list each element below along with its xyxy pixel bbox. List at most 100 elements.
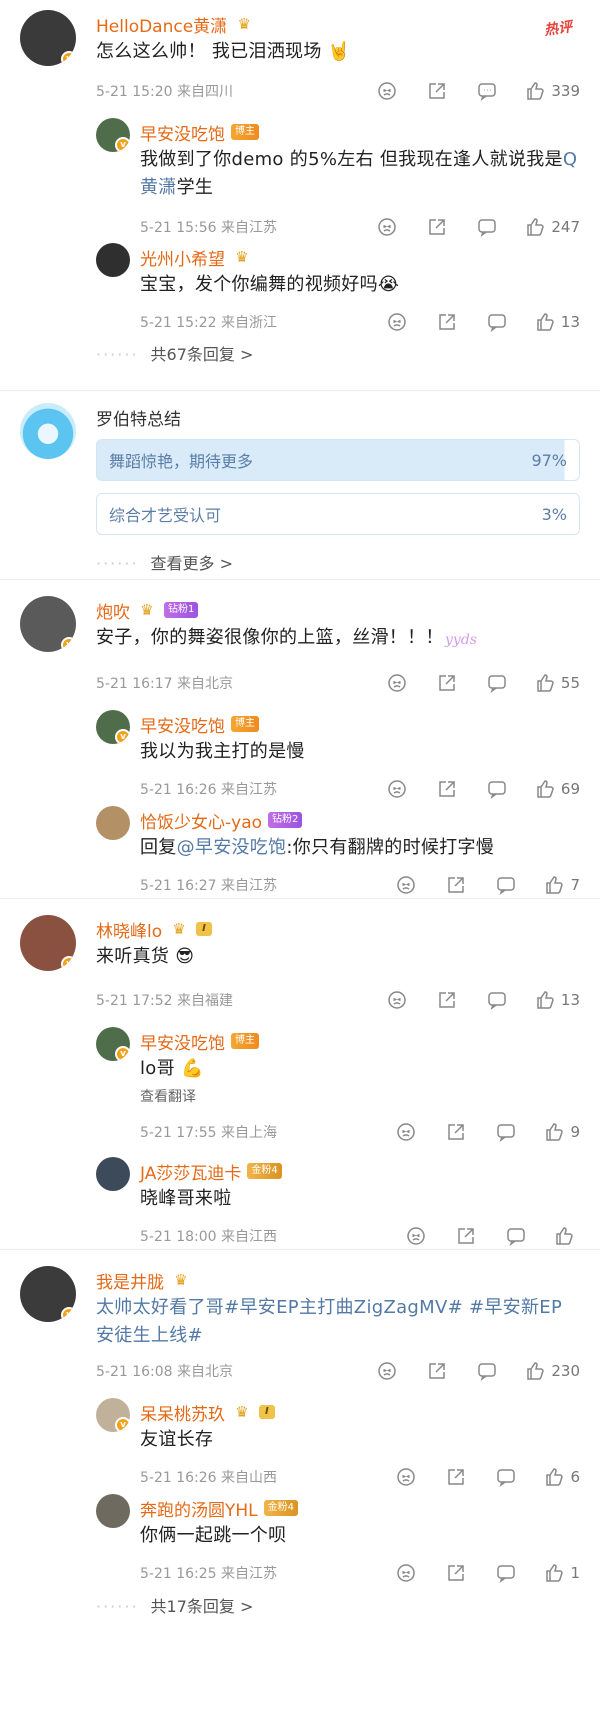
view-replies-link[interactable]: ······ 共17条回复 > <box>96 1590 580 1624</box>
user-name[interactable]: 早安没吃饱 <box>140 120 225 145</box>
blogger-badge: 博主 <box>231 1033 259 1049</box>
comment-time: 5-21 15:56 来自江苏 <box>140 220 278 236</box>
like-button[interactable]: 247 <box>525 217 580 237</box>
dislike-icon[interactable] <box>396 875 416 895</box>
comment-icon[interactable] <box>496 1467 516 1487</box>
robot-avatar-icon[interactable] <box>20 403 76 459</box>
comment-icon[interactable] <box>487 312 507 332</box>
poll-label: 综合才艺受认可 <box>109 506 222 525</box>
user-name[interactable]: 我是井胧 <box>96 1268 164 1293</box>
user-name[interactable]: 奔跑的汤圆YHL <box>140 1496 258 1521</box>
dislike-icon[interactable] <box>387 673 407 693</box>
comment-icon[interactable] <box>496 1122 516 1142</box>
user-name[interactable]: 恰饭少女心-yao <box>140 808 262 833</box>
avatar[interactable]: v <box>20 1266 76 1322</box>
comment-icon[interactable] <box>487 673 507 693</box>
like-button[interactable]: 55 <box>535 673 580 693</box>
share-icon[interactable] <box>446 1563 466 1583</box>
dislike-icon[interactable] <box>387 312 407 332</box>
mention-link[interactable]: @早安没吃饱 <box>177 837 287 858</box>
share-icon[interactable] <box>427 1361 447 1381</box>
share-icon[interactable] <box>427 217 447 237</box>
comment-icon[interactable] <box>496 1563 516 1583</box>
like-count: 13 <box>560 313 580 331</box>
like-button[interactable]: 1 <box>544 1563 580 1583</box>
avatar[interactable]: v <box>96 118 130 152</box>
share-icon[interactable] <box>437 673 457 693</box>
like-button[interactable]: 6 <box>544 1467 580 1487</box>
user-name[interactable]: 光州小希望 <box>140 245 225 270</box>
like-button[interactable]: 7 <box>544 875 580 895</box>
avatar[interactable]: v <box>20 10 76 66</box>
yyds-sticker: yyds <box>445 632 477 648</box>
share-icon[interactable] <box>427 81 447 101</box>
view-replies-link[interactable]: ······ 共67条回复 > <box>96 338 580 372</box>
avatar[interactable]: v <box>96 1398 130 1432</box>
avatar[interactable] <box>96 806 130 840</box>
poll-label: 舞蹈惊艳，期待更多 <box>109 452 254 471</box>
like-button[interactable]: 230 <box>525 1361 580 1381</box>
user-name[interactable]: 林晓峰lo <box>96 917 162 942</box>
dislike-icon[interactable] <box>387 779 407 799</box>
user-name[interactable]: JA莎莎瓦迪卡 <box>140 1159 241 1184</box>
poll-option[interactable]: 舞蹈惊艳，期待更多 97% <box>96 439 580 481</box>
comment-icon[interactable] <box>477 1361 497 1381</box>
reply-item: 奔跑的汤圆YHL 金粉4 你俩一起跳一个呗 5-21 16:25 来自江苏 1 <box>20 1494 580 1590</box>
like-button[interactable]: 13 <box>535 990 580 1010</box>
comment-icon[interactable] <box>496 875 516 895</box>
share-icon[interactable] <box>437 312 457 332</box>
like-button[interactable]: 69 <box>535 779 580 799</box>
reply-item: v 早安没吃饱 博主 lo哥 💪 查看翻译 5-21 17:55 来自上海 9 <box>20 1027 580 1157</box>
see-more-link[interactable]: ······ 查看更多 > <box>96 547 580 581</box>
poll-option[interactable]: 综合才艺受认可 3% <box>96 493 580 535</box>
comment-icon[interactable] <box>477 81 497 101</box>
like-count: 55 <box>560 674 580 692</box>
comment-meta: 5-21 17:52 来自福建 13 <box>96 983 580 1017</box>
level-badge: I <box>196 922 212 936</box>
user-name[interactable]: 呆呆桃苏玖 <box>140 1400 225 1425</box>
dislike-icon[interactable] <box>406 1226 426 1246</box>
avatar[interactable]: v <box>96 1027 130 1061</box>
reply-item: v 呆呆桃苏玖 ♛ I 友谊长存 5-21 16:26 来自山西 6 <box>20 1398 580 1494</box>
like-button[interactable]: 9 <box>544 1122 580 1142</box>
crying-emoji: 😭 <box>377 274 400 295</box>
comment-meta: 5-21 16:25 来自江苏 1 <box>140 1556 580 1590</box>
comment-icon[interactable] <box>506 1226 526 1246</box>
comment-icon[interactable] <box>487 779 507 799</box>
dislike-icon[interactable] <box>387 990 407 1010</box>
like-button[interactable] <box>554 1226 580 1246</box>
avatar[interactable]: v <box>20 596 76 652</box>
translate-link[interactable]: 查看翻译 <box>140 1083 580 1111</box>
share-icon[interactable] <box>446 875 466 895</box>
avatar[interactable]: v <box>20 915 76 971</box>
share-icon[interactable] <box>446 1467 466 1487</box>
dislike-icon[interactable] <box>396 1467 416 1487</box>
reply-item: 光州小希望 ♛ 宝宝，发个你编舞的视频好吗😭 5-21 15:22 来自浙江 13 <box>20 243 580 338</box>
dislike-icon[interactable] <box>377 1361 397 1381</box>
reply-item: v 早安没吃饱 博主 我以为我主打的是慢 5-21 16:26 来自江苏 69 <box>20 710 580 806</box>
crown-icon: ♛ <box>140 601 154 619</box>
dislike-icon[interactable] <box>377 81 397 101</box>
user-name[interactable]: 早安没吃饱 <box>140 1029 225 1054</box>
comment-icon[interactable] <box>477 217 497 237</box>
dislike-icon[interactable] <box>396 1563 416 1583</box>
blogger-badge: 博主 <box>231 124 259 140</box>
like-button[interactable]: 13 <box>535 312 580 332</box>
summary-card: 罗伯特总结 舞蹈惊艳，期待更多 97% 综合才艺受认可 3% ······ 查看更多 … <box>20 391 580 579</box>
user-name[interactable]: 早安没吃饱 <box>140 712 225 737</box>
share-icon[interactable] <box>446 1122 466 1142</box>
comment-item: v 林晓峰lo ♛ I 来听真货 😎 5-21 17:52 来自福建 13 v 早安… <box>20 899 580 1249</box>
share-icon[interactable] <box>437 990 457 1010</box>
like-button[interactable]: 339 <box>525 81 580 101</box>
share-icon[interactable] <box>456 1226 476 1246</box>
avatar[interactable] <box>96 243 130 277</box>
dislike-icon[interactable] <box>396 1122 416 1142</box>
share-icon[interactable] <box>437 779 457 799</box>
user-name[interactable]: HelloDance黄潇 <box>96 12 227 37</box>
user-name[interactable]: 炮吹 <box>96 598 130 623</box>
avatar[interactable] <box>96 1494 130 1528</box>
avatar[interactable]: v <box>96 710 130 744</box>
dislike-icon[interactable] <box>377 217 397 237</box>
comment-icon[interactable] <box>487 990 507 1010</box>
avatar[interactable] <box>96 1157 130 1191</box>
